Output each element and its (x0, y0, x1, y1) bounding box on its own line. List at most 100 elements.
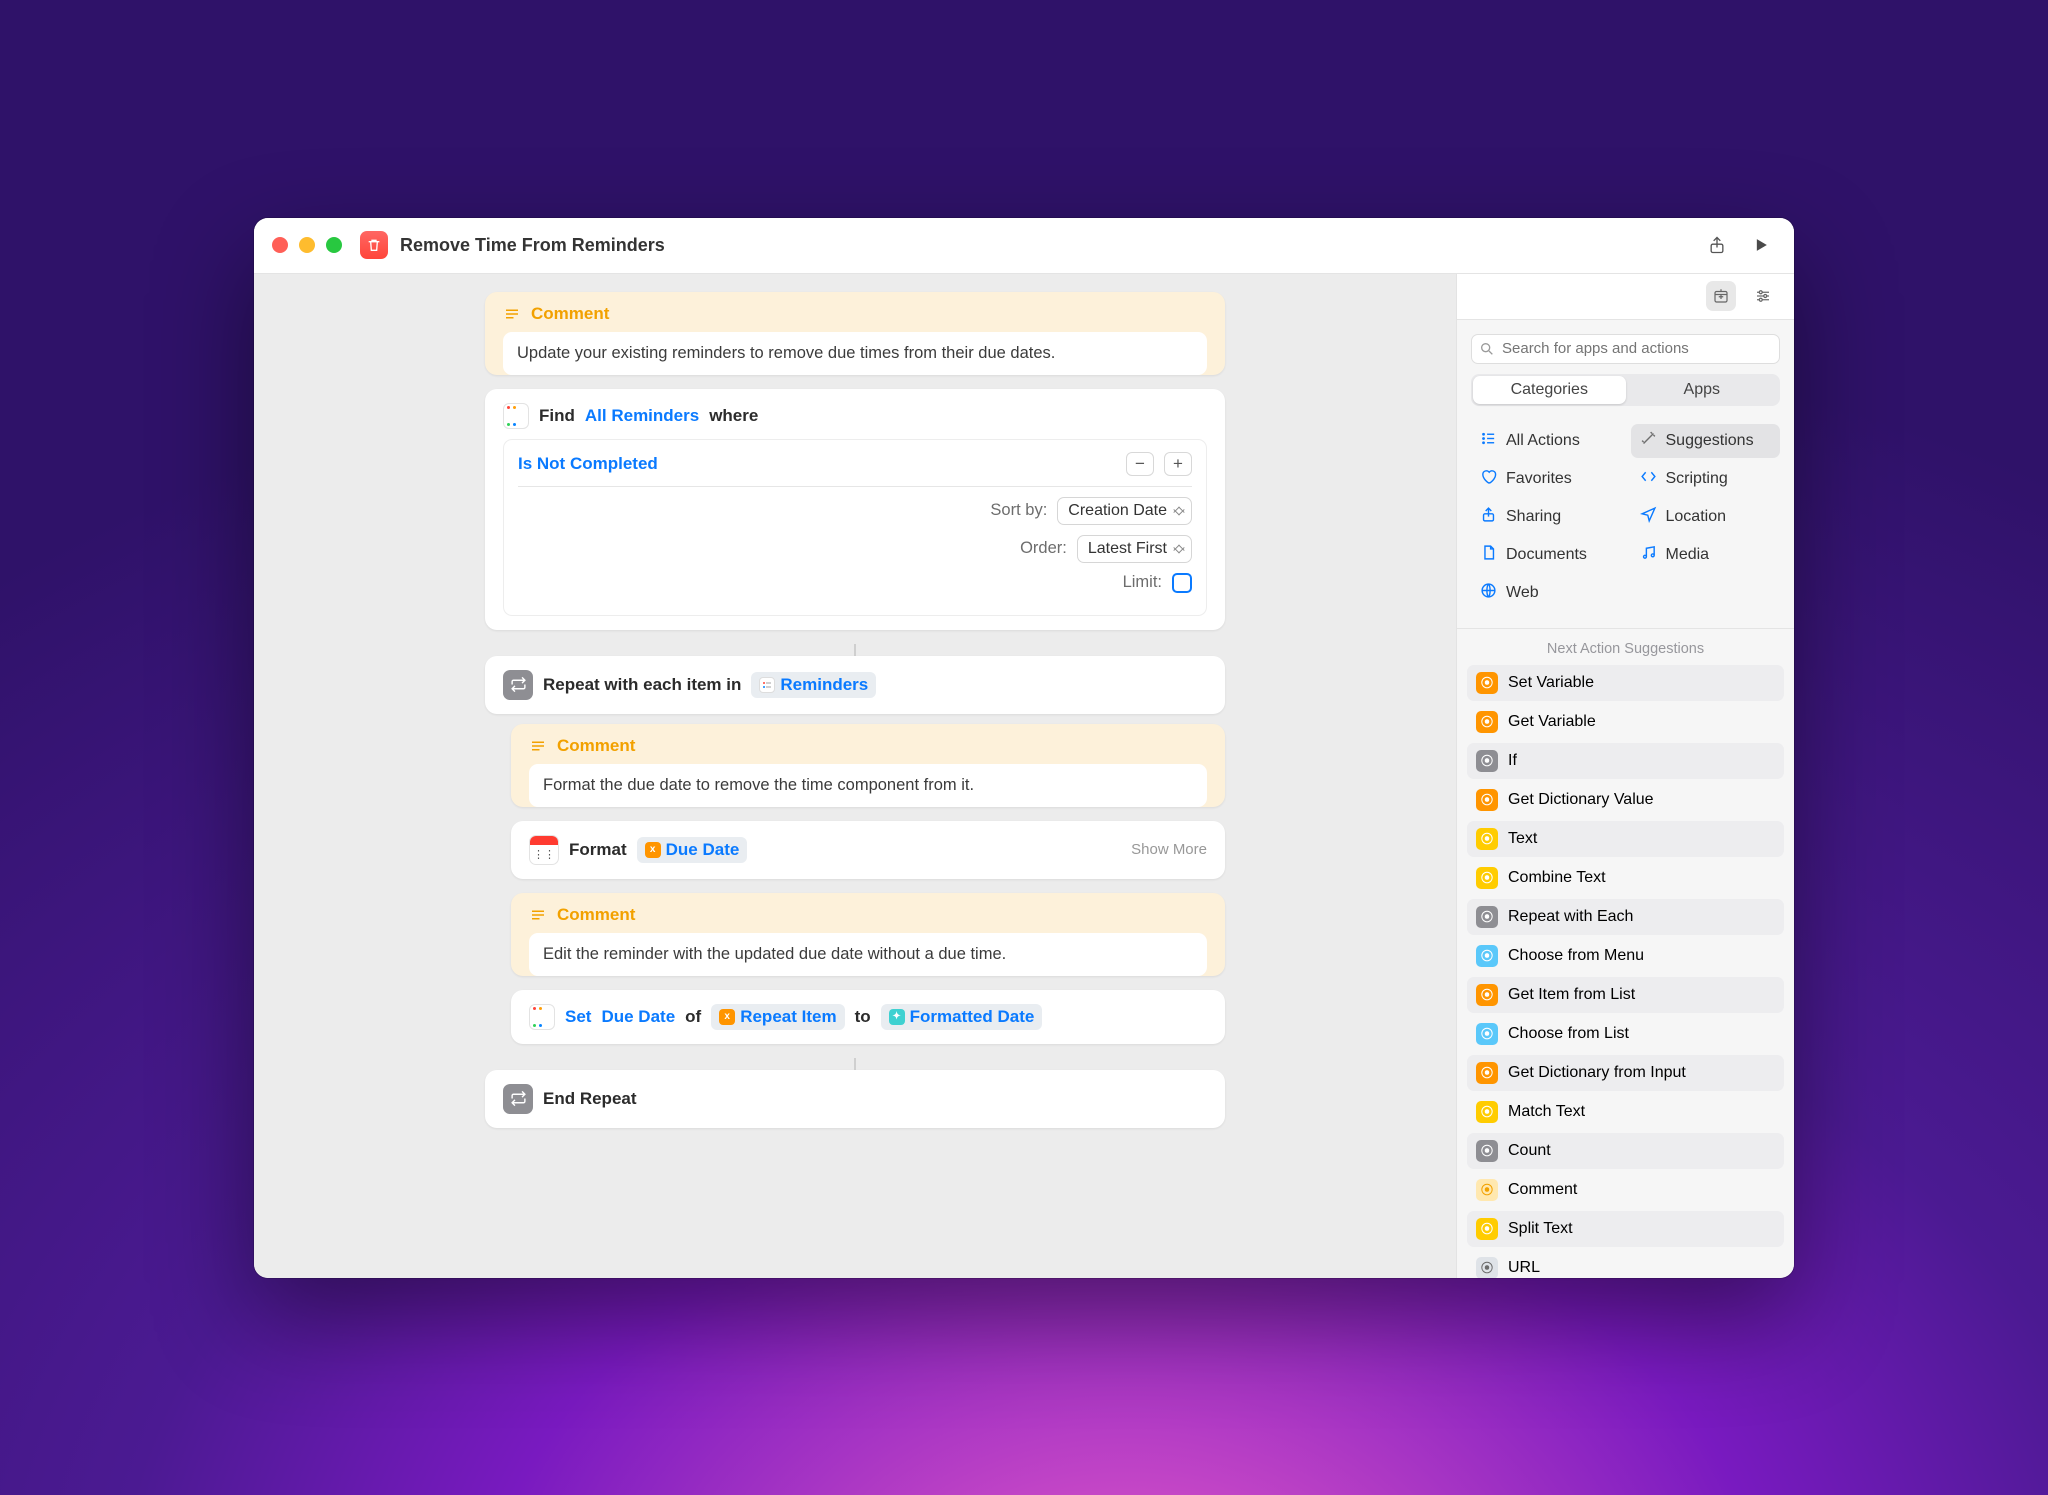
format-verb: Format (569, 840, 627, 860)
tab-apps[interactable]: Apps (1626, 376, 1779, 404)
share-icon (1480, 506, 1497, 528)
remove-filter-button[interactable]: − (1126, 452, 1154, 476)
suggestion-repeat-with-each[interactable]: ⦿Repeat with Each (1467, 899, 1784, 935)
doc-icon (1480, 544, 1497, 566)
repeat-icon (503, 670, 533, 700)
end-repeat-label: End Repeat (543, 1089, 637, 1109)
comment-text[interactable]: Edit the reminder with the updated due d… (529, 933, 1207, 976)
action-library-sidebar: Categories Apps All Actions Suggestions Fa… (1456, 274, 1794, 1278)
repeat-item-token[interactable]: xRepeat Item (711, 1004, 844, 1030)
comment-action-3[interactable]: Comment Edit the reminder with the updat… (511, 893, 1225, 976)
category-scripting[interactable]: Scripting (1631, 462, 1781, 496)
suggestion-split-text[interactable]: ⦿Split Text (1467, 1211, 1784, 1247)
suggestions-header: Next Action Suggestions (1457, 629, 1794, 665)
category-sharing[interactable]: Sharing (1471, 500, 1621, 534)
comment-action[interactable]: Comment Update your existing reminders t… (485, 292, 1225, 375)
set-field[interactable]: Due Date (601, 1007, 675, 1027)
category-media[interactable]: Media (1631, 538, 1781, 572)
action-icon: ⦿ (1476, 867, 1498, 889)
tab-categories[interactable]: Categories (1473, 376, 1626, 404)
show-more-button[interactable]: Show More (1131, 841, 1207, 858)
find-filters: Is Not Completed − + Sort by: Creation D… (503, 439, 1207, 616)
set-reminder-action[interactable]: Set Due Date of xRepeat Item to ✦Formatt… (511, 990, 1225, 1044)
window-title: Remove Time From Reminders (400, 235, 665, 256)
zoom-window-button[interactable] (326, 237, 342, 253)
sidebar-toolbar (1457, 274, 1794, 320)
set-verb[interactable]: Set (565, 1007, 591, 1027)
action-icon: ⦿ (1476, 1140, 1498, 1162)
suggestion-choose-from-menu[interactable]: ⦿Choose from Menu (1467, 938, 1784, 974)
script-icon (1640, 468, 1657, 490)
share-button[interactable] (1702, 230, 1732, 260)
repeat-variable-token[interactable]: Reminders (751, 672, 876, 698)
suggestion-comment[interactable]: ⦿Comment (1467, 1172, 1784, 1208)
wand-icon (1640, 430, 1657, 452)
comment-label: Comment (531, 304, 609, 324)
sort-by-select[interactable]: Creation Date (1057, 497, 1192, 525)
limit-checkbox[interactable] (1172, 573, 1192, 593)
action-icon: ⦿ (1476, 1218, 1498, 1240)
repeat-icon (503, 1084, 533, 1114)
category-location[interactable]: Location (1631, 500, 1781, 534)
web-icon (1480, 582, 1497, 604)
suggestion-get-dictionary-from-input[interactable]: ⦿Get Dictionary from Input (1467, 1055, 1784, 1091)
suggestion-choose-from-list[interactable]: ⦿Choose from List (1467, 1016, 1784, 1052)
variable-mini-icon: x (645, 842, 661, 858)
suggestion-count[interactable]: ⦿Count (1467, 1133, 1784, 1169)
variable-mini-icon: x (719, 1009, 735, 1025)
category-all-actions[interactable]: All Actions (1471, 424, 1621, 458)
suggestion-get-dictionary-value[interactable]: ⦿Get Dictionary Value (1467, 782, 1784, 818)
suggestion-if[interactable]: ⦿If (1467, 743, 1784, 779)
order-select[interactable]: Latest First (1077, 535, 1192, 563)
action-icon: ⦿ (1476, 1023, 1498, 1045)
find-verb: Find (539, 406, 575, 426)
workflow-canvas[interactable]: Comment Update your existing reminders t… (254, 274, 1456, 1278)
due-date-token[interactable]: xDue Date (637, 837, 748, 863)
action-icon: ⦿ (1476, 711, 1498, 733)
library-tabs[interactable]: Categories Apps (1471, 374, 1780, 406)
category-web[interactable]: Web (1471, 576, 1621, 610)
run-button[interactable] (1746, 230, 1776, 260)
comment-text[interactable]: Format the due date to remove the time c… (529, 764, 1207, 807)
suggestion-get-variable[interactable]: ⦿Get Variable (1467, 704, 1784, 740)
settings-toggle-button[interactable] (1748, 281, 1778, 311)
find-collection[interactable]: All Reminders (585, 406, 699, 426)
date-mini-icon: ✦ (889, 1009, 905, 1025)
action-icon: ⦿ (1476, 750, 1498, 772)
comment-action-2[interactable]: Comment Format the due date to remove th… (511, 724, 1225, 807)
minimize-window-button[interactable] (299, 237, 315, 253)
suggestion-combine-text[interactable]: ⦿Combine Text (1467, 860, 1784, 896)
comment-text[interactable]: Update your existing reminders to remove… (503, 332, 1207, 375)
action-icon: ⦿ (1476, 984, 1498, 1006)
library-toggle-button[interactable] (1706, 281, 1736, 311)
action-icon: ⦿ (1476, 1257, 1498, 1278)
suggestion-set-variable[interactable]: ⦿Set Variable (1467, 665, 1784, 701)
action-icon: ⦿ (1476, 1101, 1498, 1123)
comment-label: Comment (557, 736, 635, 756)
suggestion-text[interactable]: ⦿Text (1467, 821, 1784, 857)
limit-label: Limit: (1098, 573, 1162, 592)
suggestion-get-item-from-list[interactable]: ⦿Get Item from List (1467, 977, 1784, 1013)
category-favorites[interactable]: Favorites (1471, 462, 1621, 496)
action-icon: ⦿ (1476, 1062, 1498, 1084)
search-input[interactable] (1471, 334, 1780, 364)
reminders-icon (503, 403, 529, 429)
repeat-action[interactable]: Repeat with each item in Reminders (485, 656, 1225, 714)
reminders-mini-icon (759, 677, 775, 693)
category-documents[interactable]: Documents (1471, 538, 1621, 572)
add-filter-button[interactable]: + (1164, 452, 1192, 476)
action-icon: ⦿ (1476, 828, 1498, 850)
find-reminders-action[interactable]: Find All Reminders where Is Not Complete… (485, 389, 1225, 630)
find-where: where (709, 406, 758, 426)
suggestion-match-text[interactable]: ⦿Match Text (1467, 1094, 1784, 1130)
suggestion-url[interactable]: ⦿URL (1467, 1250, 1784, 1278)
format-date-action[interactable]: ⋮⋮ Format xDue Date Show More (511, 821, 1225, 879)
suggestion-list: ⦿Set Variable⦿Get Variable⦿If⦿Get Dictio… (1457, 665, 1794, 1278)
close-window-button[interactable] (272, 237, 288, 253)
filter-condition[interactable]: Is Not Completed (518, 454, 658, 474)
formatted-date-token[interactable]: ✦Formatted Date (881, 1004, 1043, 1030)
search-field[interactable] (1471, 334, 1780, 364)
heart-icon (1480, 468, 1497, 490)
end-repeat-action[interactable]: End Repeat (485, 1070, 1225, 1128)
category-suggestions[interactable]: Suggestions (1631, 424, 1781, 458)
